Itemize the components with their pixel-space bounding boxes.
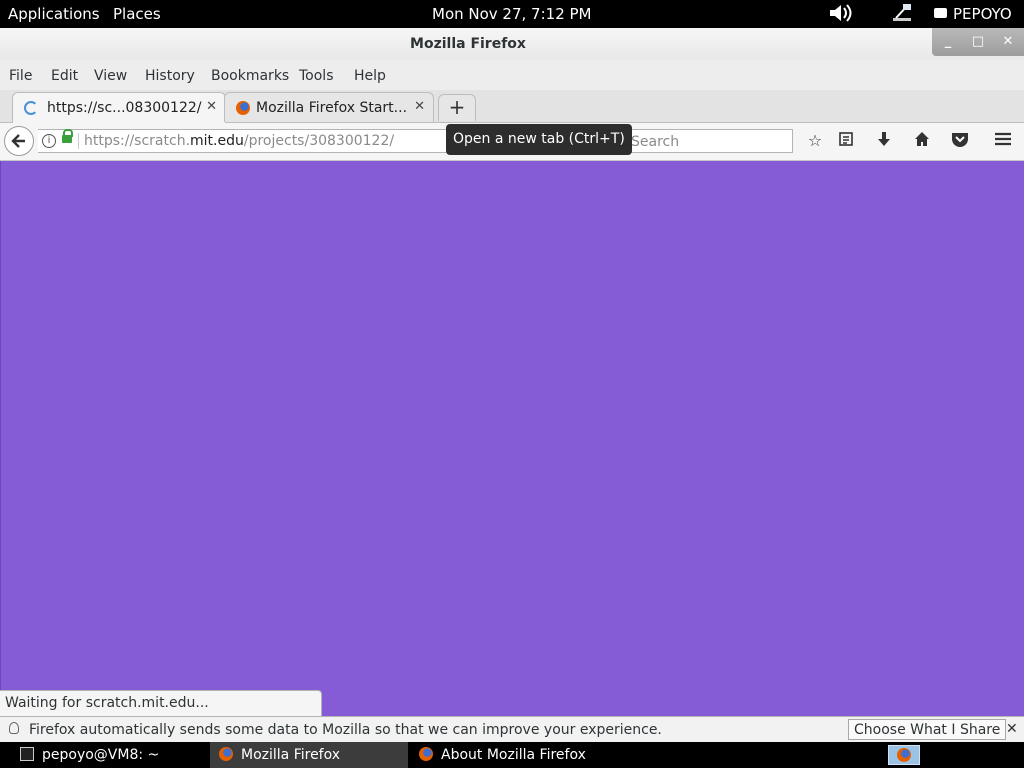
notification-message: Firefox automatically sends some data to… bbox=[29, 722, 662, 738]
downloads-icon[interactable] bbox=[874, 131, 894, 151]
status-panel: Waiting for scratch.mit.edu... bbox=[0, 690, 322, 716]
close-tab-icon[interactable]: ✕ bbox=[414, 99, 425, 114]
menu-history[interactable]: History bbox=[145, 68, 195, 84]
pocket-icon[interactable] bbox=[950, 131, 970, 151]
menu-edit[interactable]: Edit bbox=[51, 68, 78, 84]
menu-hamburger-icon[interactable] bbox=[993, 131, 1013, 151]
taskbar-about-firefox[interactable]: About Mozilla Firefox bbox=[410, 742, 660, 768]
back-button[interactable] bbox=[4, 126, 34, 156]
taskbar-terminal[interactable]: pepoyo@VM8: ~ bbox=[8, 742, 208, 768]
clock[interactable]: Mon Nov 27, 7:12 PM bbox=[432, 5, 592, 23]
url-text[interactable]: https://scratch.mit.edu/projects/3083001… bbox=[84, 133, 394, 149]
menu-view[interactable]: View bbox=[94, 68, 127, 84]
minimize-button[interactable]: _ bbox=[938, 34, 958, 50]
choose-what-i-share-button[interactable]: Choose What I Share bbox=[848, 719, 1007, 740]
taskbar: pepoyo@VM8: ~ Mozilla Firefox About Mozi… bbox=[0, 742, 1024, 768]
search-bar[interactable] bbox=[620, 129, 793, 153]
notification-bar: Firefox automatically sends some data to… bbox=[0, 716, 1024, 742]
site-info-icon[interactable]: i bbox=[42, 134, 56, 148]
taskbar-firefox[interactable]: Mozilla Firefox bbox=[210, 742, 408, 768]
window-titlebar[interactable]: Mozilla Firefox _ □ ✕ bbox=[0, 28, 1024, 60]
volume-icon[interactable] bbox=[828, 2, 854, 28]
window-controls: _ □ ✕ bbox=[932, 28, 1024, 56]
tab-scratch-project[interactable]: https://sc...08300122/ ✕ bbox=[12, 92, 226, 123]
new-tab-tooltip: Open a new tab (Ctrl+T) bbox=[446, 124, 632, 155]
chat-icon bbox=[934, 8, 947, 18]
back-arrow-icon bbox=[11, 134, 25, 148]
search-input[interactable] bbox=[629, 131, 793, 153]
user-menu[interactable]: PEPOYO bbox=[934, 5, 1012, 23]
firefox-icon bbox=[419, 747, 433, 761]
maximize-button[interactable]: □ bbox=[968, 34, 988, 50]
terminal-icon bbox=[20, 747, 34, 761]
home-icon[interactable] bbox=[912, 131, 932, 151]
close-window-button[interactable]: ✕ bbox=[998, 34, 1018, 50]
user-name: PEPOYO bbox=[953, 5, 1012, 23]
menu-help[interactable]: Help bbox=[354, 68, 386, 84]
applications-menu[interactable]: Applications bbox=[8, 5, 100, 23]
taskbar-label: pepoyo@VM8: ~ bbox=[42, 747, 160, 763]
firefox-icon bbox=[219, 747, 233, 761]
menu-file[interactable]: File bbox=[9, 68, 32, 84]
loading-spinner-icon bbox=[24, 101, 38, 115]
url-bar[interactable]: i https://scratch.mit.edu/projects/30830… bbox=[38, 129, 454, 153]
places-menu[interactable]: Places bbox=[113, 5, 161, 23]
menu-bookmarks[interactable]: Bookmarks bbox=[211, 68, 289, 84]
menu-tools[interactable]: Tools bbox=[299, 68, 334, 84]
workspace-switcher[interactable] bbox=[888, 745, 920, 765]
network-icon[interactable] bbox=[890, 2, 914, 28]
close-notification-icon[interactable]: ✕ bbox=[1006, 721, 1018, 737]
tab-strip: https://sc...08300122/ ✕ Mozilla Firefox… bbox=[0, 90, 1024, 123]
lightbulb-icon bbox=[9, 722, 19, 734]
firefox-icon bbox=[897, 748, 911, 762]
tab-firefox-start[interactable]: Mozilla Firefox Start... ✕ bbox=[224, 92, 434, 122]
tab-label: Mozilla Firefox Start... bbox=[256, 100, 408, 116]
firefox-icon bbox=[236, 101, 250, 115]
taskbar-label: About Mozilla Firefox bbox=[441, 747, 586, 763]
top-panel: Applications Places Mon Nov 27, 7:12 PM … bbox=[0, 0, 1024, 28]
url-divider bbox=[78, 133, 79, 149]
menu-bar: File Edit View History Bookmarks Tools H… bbox=[0, 60, 1024, 90]
bookmarks-list-icon[interactable] bbox=[836, 131, 856, 151]
close-tab-icon[interactable]: ✕ bbox=[206, 99, 217, 114]
tab-label: https://sc...08300122/ bbox=[47, 100, 202, 116]
window-title: Mozilla Firefox bbox=[410, 36, 526, 52]
taskbar-label: Mozilla Firefox bbox=[241, 747, 341, 763]
page-content[interactable] bbox=[0, 161, 1024, 716]
lock-icon[interactable] bbox=[62, 129, 73, 143]
new-tab-button[interactable]: + bbox=[438, 94, 476, 121]
bookmark-star-icon[interactable]: ☆ bbox=[805, 131, 825, 151]
